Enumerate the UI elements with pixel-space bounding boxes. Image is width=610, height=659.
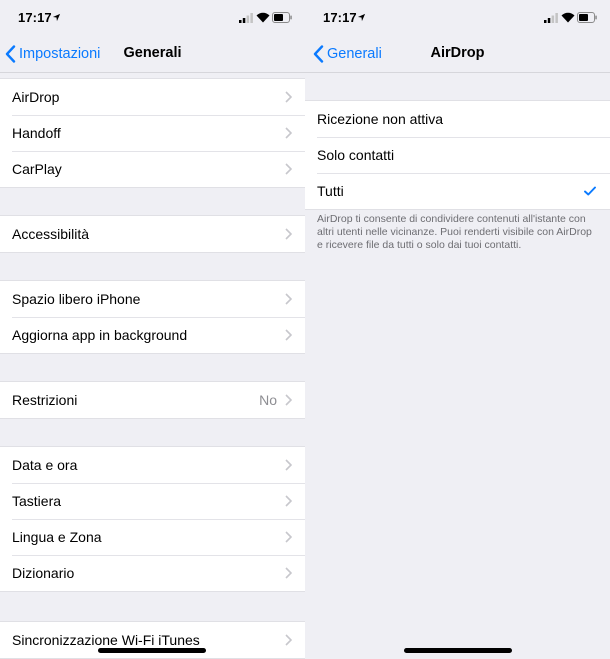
settings-row-dictionary[interactable]: Dizionario <box>0 555 305 591</box>
chevron-right-icon <box>285 329 292 341</box>
settings-group-itunes: Sincronizzazione Wi-Fi iTunes <box>0 621 305 659</box>
settings-group-accessibility: Accessibilità <box>0 215 305 253</box>
settings-row-language-region[interactable]: Lingua e Zona <box>0 519 305 555</box>
row-label: Data e ora <box>12 457 78 473</box>
wifi-icon <box>561 12 575 23</box>
chevron-right-icon <box>285 567 292 579</box>
chevron-right-icon <box>285 531 292 543</box>
row-label: Dizionario <box>12 565 75 581</box>
settings-row-handoff[interactable]: Handoff <box>0 115 305 151</box>
settings-row-restrictions[interactable]: Restrizioni No <box>0 382 305 418</box>
general-settings-panel: 17:17 Impostazioni Generali AirDrop Hand… <box>0 0 305 659</box>
home-indicator[interactable] <box>404 648 512 653</box>
row-label: Restrizioni <box>12 392 78 408</box>
settings-group-sharing: AirDrop Handoff CarPlay <box>0 78 305 188</box>
status-time: 17:17 <box>18 10 52 25</box>
screen-container: 17:17 Impostazioni Generali AirDrop Hand… <box>0 0 610 659</box>
settings-group-restrictions: Restrizioni No <box>0 381 305 419</box>
navigation-bar: Impostazioni Generali <box>0 36 305 73</box>
row-label: Accessibilità <box>12 226 90 242</box>
chevron-right-icon <box>285 394 292 406</box>
row-label: Aggiorna app in background <box>12 327 188 343</box>
option-label: Tutti <box>317 183 344 199</box>
settings-row-airdrop[interactable]: AirDrop <box>0 79 305 115</box>
status-bar: 17:17 <box>0 0 305 36</box>
chevron-right-icon <box>285 459 292 471</box>
page-title: AirDrop <box>430 45 485 61</box>
row-label: Lingua e Zona <box>12 529 102 545</box>
chevron-right-icon <box>285 228 292 240</box>
airdrop-description: AirDrop ti consente di condividere conte… <box>317 213 592 251</box>
restrictions-value: No <box>259 392 277 408</box>
settings-row-storage[interactable]: Spazio libero iPhone <box>0 281 305 317</box>
chevron-right-icon <box>285 495 292 507</box>
chevron-right-icon <box>285 634 292 646</box>
row-label: Sincronizzazione Wi-Fi iTunes <box>12 632 200 648</box>
row-label: Tastiera <box>12 493 62 509</box>
settings-group-locale: Data e ora Tastiera Lingua e Zona Dizion… <box>0 446 305 592</box>
wifi-icon <box>256 12 270 23</box>
row-label: CarPlay <box>12 161 62 177</box>
cellular-signal-icon <box>239 13 253 23</box>
airdrop-option-receiving-off[interactable]: Ricezione non attiva <box>305 101 610 137</box>
chevron-right-icon <box>285 91 292 103</box>
settings-row-keyboard[interactable]: Tastiera <box>0 483 305 519</box>
airdrop-option-everyone[interactable]: Tutti <box>305 173 610 209</box>
location-arrow-icon <box>52 13 61 22</box>
home-indicator[interactable] <box>98 648 206 653</box>
airdrop-options-group: Ricezione non attiva Solo contatti Tutti <box>305 100 610 210</box>
settings-row-carplay[interactable]: CarPlay <box>0 151 305 187</box>
chevron-right-icon <box>285 293 292 305</box>
status-bar: 17:17 <box>305 0 610 36</box>
settings-row-background-refresh[interactable]: Aggiorna app in background <box>0 317 305 353</box>
settings-row-date-time[interactable]: Data e ora <box>0 447 305 483</box>
location-arrow-icon <box>357 13 366 22</box>
chevron-right-icon <box>285 127 292 139</box>
row-label: AirDrop <box>12 89 60 105</box>
navigation-bar: Generali AirDrop <box>305 36 610 73</box>
page-title: Generali <box>123 45 182 61</box>
row-label: Handoff <box>12 125 61 141</box>
settings-row-accessibility[interactable]: Accessibilità <box>0 216 305 252</box>
row-label: Spazio libero iPhone <box>12 291 141 307</box>
status-time: 17:17 <box>323 10 357 25</box>
airdrop-option-contacts-only[interactable]: Solo contatti <box>305 137 610 173</box>
settings-group-storage: Spazio libero iPhone Aggiorna app in bac… <box>0 280 305 354</box>
chevron-right-icon <box>285 163 292 175</box>
battery-icon <box>577 12 597 23</box>
battery-icon <box>272 12 292 23</box>
option-label: Ricezione non attiva <box>317 111 444 127</box>
option-label: Solo contatti <box>317 147 395 163</box>
checkmark-icon <box>584 186 596 196</box>
cellular-signal-icon <box>544 13 558 23</box>
airdrop-settings-panel: 17:17 Generali AirDrop Ricezione non att… <box>305 0 610 659</box>
